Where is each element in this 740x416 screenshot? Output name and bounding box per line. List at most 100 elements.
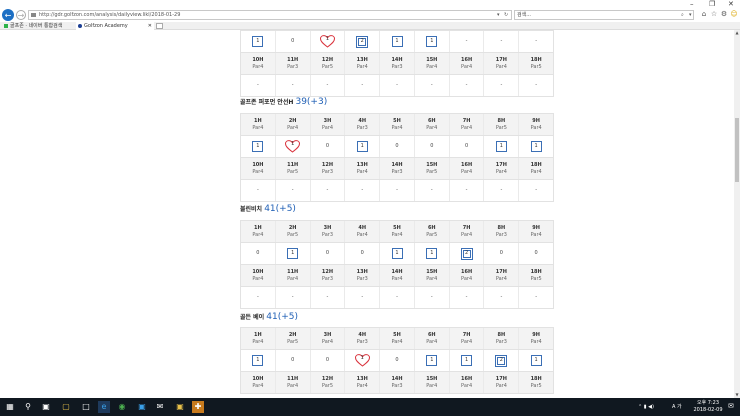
hole-cell: 7H Par4 [450, 328, 485, 349]
hole-cell: 17H Par4 [484, 53, 520, 74]
hole-number: 17H [495, 161, 507, 168]
home-icon[interactable]: ⌂ [700, 10, 708, 18]
hole-number: 13H [356, 56, 368, 63]
score-value: - [500, 187, 503, 193]
scroll-thumb[interactable] [735, 118, 739, 182]
score-value: - [465, 187, 468, 193]
par-value: Par4 [461, 63, 473, 70]
par-value: Par5 [530, 382, 542, 389]
search-icon[interactable]: ⚲ [22, 401, 34, 413]
score-value: 0 [534, 250, 538, 256]
windows-start-icon[interactable]: ▦ [4, 401, 16, 413]
score-cell: 0 [380, 350, 415, 371]
store-icon[interactable]: □ [80, 401, 92, 413]
bogey-box: 1 [461, 355, 473, 366]
bogey-box: 1 [530, 141, 542, 152]
app-icon[interactable]: ▣ [174, 401, 186, 413]
minimize-icon[interactable]: – [690, 0, 694, 8]
hole-cell: 2H Par5 [276, 221, 311, 242]
par-value: Par4 [495, 168, 507, 175]
search-icon[interactable]: ⌕ [681, 11, 684, 19]
score-cell: 0 [241, 243, 276, 264]
par-value: Par3 [356, 338, 368, 345]
scorecard-table: 1H Par4 2H Par5 3H Par4 4H Par3 5H Par4 6H Par4 7H Pa… [240, 327, 554, 394]
score-cell: - [450, 75, 485, 96]
hole-cell: 6H Par4 [415, 328, 450, 349]
golfzon-app-icon[interactable]: ✚ [192, 401, 204, 413]
hole-number: 1H [254, 117, 262, 124]
task-view-icon[interactable]: ▣ [40, 401, 52, 413]
score-cell: 1 [519, 136, 553, 157]
refresh-icon[interactable]: ↻ [504, 11, 508, 19]
smiley-icon[interactable]: ☺ [730, 10, 738, 18]
hole-cell: 15H Par4 [415, 53, 450, 74]
arrow-right-icon: → [17, 10, 25, 20]
close-icon[interactable]: ✕ [728, 0, 734, 8]
scorecard-table: 1H Par4 2H Par5 3H Par3 4H Par4 5H Par4 6H Par5 7H Pa… [240, 220, 554, 309]
score-cell: 0 [345, 243, 381, 264]
hole-cell: 15H Par4 [415, 372, 450, 393]
app-icon[interactable]: ▣ [136, 401, 148, 413]
score-value: - [430, 294, 433, 300]
tab-naver[interactable]: 골프존 · 네이버 통합검색 [2, 22, 74, 30]
hole-cell: 15H Par4 [415, 265, 450, 286]
hole-number: 9H [532, 117, 540, 124]
hole-number: 12H [321, 268, 334, 275]
hole-number: 14H [391, 161, 403, 168]
dropdown-icon[interactable]: ▾ [689, 11, 692, 19]
hole-cell: 3H Par4 [311, 114, 346, 135]
bogey-box: 1 [495, 141, 507, 152]
hole-cell: 17H Par4 [484, 372, 520, 393]
gear-icon[interactable]: ⚙ [720, 10, 728, 18]
hole-number: 2H [288, 224, 297, 231]
par-value: Par5 [287, 338, 299, 345]
hole-number: 5H [393, 331, 401, 338]
hole-number: 18H [530, 268, 542, 275]
bogey-box: 1 [356, 141, 368, 152]
new-tab-button[interactable] [156, 23, 163, 29]
dropdown-icon[interactable]: ▾ [497, 11, 500, 19]
score-value: - [326, 294, 329, 300]
bogey-box: 1 [252, 141, 264, 152]
restore-icon[interactable]: ❐ [709, 0, 715, 8]
back-button[interactable]: ← [2, 9, 14, 21]
chrome-icon[interactable]: ◉ [116, 401, 128, 413]
score-cell: 0 [276, 350, 311, 371]
score-cell: 0 [415, 136, 450, 157]
bogey-box: 1 [426, 355, 438, 366]
search-input[interactable]: 검색... ⌕ ▾ [514, 10, 694, 20]
par-value: Par4 [252, 275, 264, 282]
par-value: Par3 [287, 63, 299, 70]
hole-number: 16H [461, 161, 473, 168]
hole-cell: 8H Par3 [484, 221, 520, 242]
hole-number: 1H [254, 331, 262, 338]
mail-icon[interactable]: ✉ [154, 401, 166, 413]
par-value: Par4 [461, 275, 473, 282]
notification-icon[interactable]: ✉ [728, 403, 734, 410]
tray-icons[interactable]: ⌃ ▮ ◀) [638, 404, 654, 411]
clock[interactable]: 오후 7:23 2018-02-09 [690, 400, 726, 414]
hole-number: 10H [252, 268, 264, 275]
folder-icon[interactable]: ▢ [60, 401, 72, 413]
ime-indicator[interactable]: A 가 [672, 404, 682, 411]
forward-button[interactable]: → [16, 10, 26, 20]
address-bar[interactable]: http://gdr.golfzon.com/analysis/dailyvie… [28, 10, 512, 20]
close-icon[interactable]: ✕ [148, 22, 152, 30]
par-value: Par3 [391, 63, 403, 70]
hole-cell: 4H Par4 [345, 221, 381, 242]
par-value: Par5 [321, 382, 333, 389]
internet-explorer-icon[interactable]: e [98, 401, 110, 413]
hole-header-row: 1H Par4 2H Par4 3H Par4 4H Par3 5H Par4 6H Par4 7H Pa… [241, 114, 553, 136]
par-value: Par4 [287, 382, 299, 389]
hole-number: 2H [288, 117, 297, 124]
par-value: Par3 [321, 275, 333, 282]
star-icon[interactable]: ☆ [710, 10, 718, 18]
hole-number: 5H [393, 224, 401, 231]
score-value: 0 [325, 250, 330, 256]
tab-golfzon-academy[interactable]: Golfzon Academy ✕ [76, 22, 154, 30]
scrollbar[interactable]: ▲ ▼ [734, 30, 740, 398]
hole-cell: 2H Par4 [276, 114, 311, 135]
hole-cell: 17H Par4 [484, 265, 520, 286]
bogey-box: 1 [391, 36, 403, 47]
scroll-up-icon[interactable]: ▲ [734, 30, 740, 36]
